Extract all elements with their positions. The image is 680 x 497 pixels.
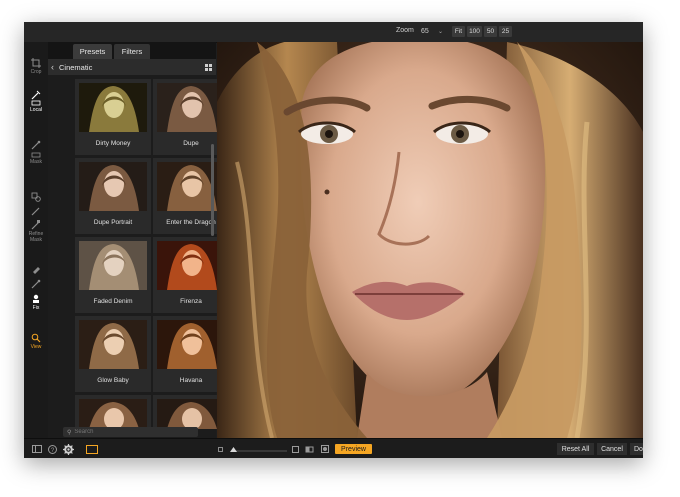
- preset-thumbnail: [157, 399, 225, 429]
- mask-rect-icon: [31, 152, 41, 158]
- help-icon[interactable]: ?: [47, 443, 57, 455]
- tool-mask-label: Mask: [30, 159, 42, 165]
- compare-icon[interactable]: [85, 443, 98, 455]
- preview-button[interactable]: Preview: [335, 444, 372, 454]
- tool-strip: Crop Local Mask Refine Mask Fix View: [24, 42, 49, 438]
- zoom-100-button[interactable]: 100: [467, 26, 482, 37]
- cancel-button[interactable]: Cancel: [597, 443, 627, 455]
- bottom-bar: ? Preview Reset All Cancel Done: [24, 438, 643, 458]
- refine-erase-icon: [31, 220, 40, 230]
- tool-view[interactable]: View: [24, 333, 48, 350]
- single-view-icon[interactable]: [291, 443, 299, 455]
- heal-brush-icon: [31, 279, 41, 289]
- preset-tile[interactable]: Glow Baby: [75, 316, 151, 392]
- tool-local-label: Local: [30, 107, 42, 113]
- zoom-50-button[interactable]: 50: [484, 26, 497, 37]
- preset-tile[interactable]: Faded Denim: [75, 237, 151, 313]
- tool-view-label: View: [30, 344, 42, 350]
- preset-thumbnail: [79, 162, 147, 211]
- app-window: Zoom 65 ⌄ Fit 100 50 25 Crop Local Mask: [24, 22, 643, 458]
- preset-thumbnail: [157, 320, 225, 369]
- tool-crop[interactable]: Crop: [24, 58, 48, 75]
- panel-tabs: Presets Filters: [48, 42, 216, 59]
- top-toolbar: Zoom 65 ⌄ Fit 100 50 25: [24, 22, 643, 43]
- zoom-label: Zoom: [396, 27, 414, 34]
- zoom-fit-button[interactable]: Fit: [452, 26, 465, 37]
- preset-tile[interactable]: Dupe Portrait: [75, 158, 151, 234]
- tab-presets[interactable]: Presets: [73, 44, 112, 59]
- panel-scrollbar[interactable]: [211, 144, 214, 236]
- tool-mask[interactable]: Mask: [24, 140, 48, 165]
- photo-canvas[interactable]: [217, 42, 643, 438]
- reset-all-button[interactable]: Reset All: [557, 443, 594, 455]
- tool-refine-mask[interactable]: Refine Mask: [24, 192, 48, 243]
- preset-search[interactable]: ⚲: [63, 427, 198, 437]
- tool-fix[interactable]: Fix: [24, 264, 48, 311]
- gear-icon[interactable]: [62, 443, 74, 455]
- local-plus-icon: [31, 100, 41, 106]
- zoom-slider[interactable]: [229, 443, 287, 455]
- presets-panel: Presets Filters ‹ Cinematic Dirty Money: [48, 42, 229, 438]
- tab-filters[interactable]: Filters: [114, 44, 150, 59]
- fix-stamp-icon: [33, 294, 39, 303]
- tool-fix-label: Fix: [32, 305, 40, 311]
- done-button[interactable]: Done: [630, 443, 643, 455]
- category-bar: ‹ Cinematic: [48, 59, 216, 75]
- search-input[interactable]: [71, 429, 185, 435]
- refine-mask-icon: [31, 192, 41, 202]
- view-zoom-icon: [31, 333, 41, 343]
- grid-view-icon[interactable]: [205, 64, 212, 71]
- preset-tile[interactable]: Dirty Money: [75, 79, 151, 155]
- tool-refine-mask-label: Refine Mask: [28, 231, 44, 243]
- preset-thumbnail: [157, 83, 225, 132]
- preset-thumbnail: [79, 83, 147, 132]
- chevron-down-icon: ⌄: [437, 29, 443, 35]
- tool-crop-label: Crop: [30, 69, 42, 75]
- tool-local[interactable]: Local: [24, 90, 48, 113]
- preset-thumbnail: [79, 320, 147, 369]
- category-title[interactable]: Cinematic: [59, 63, 92, 72]
- split-view-icon[interactable]: [304, 443, 314, 455]
- crop-icon: [31, 58, 41, 68]
- preset-thumbnail: [157, 162, 225, 211]
- small-square-icon[interactable]: [217, 443, 223, 455]
- mask-brush-icon: [31, 140, 41, 150]
- retouch-icon: [33, 267, 40, 274]
- zoom-value: 65: [421, 28, 429, 35]
- preset-thumbnail: [79, 241, 147, 290]
- zoom-25-button[interactable]: 25: [499, 26, 512, 37]
- mask-view-icon[interactable]: [320, 443, 329, 455]
- chevron-left-icon[interactable]: ‹: [51, 62, 54, 72]
- preset-name: Glow Baby: [97, 377, 129, 384]
- preset-name: Faded Denim: [93, 298, 133, 305]
- panel-toggle-icon[interactable]: [32, 443, 42, 455]
- preset-name: Dirty Money: [95, 140, 131, 147]
- local-adjust-icon: [31, 90, 41, 100]
- portrait-image: [217, 42, 643, 438]
- zoom-select[interactable]: 65 ⌄: [421, 26, 443, 37]
- preset-thumbnail: [157, 241, 225, 290]
- preset-thumbnail: [79, 399, 147, 429]
- preset-tile[interactable]: [75, 395, 151, 429]
- preset-name: Dupe Portrait: [93, 219, 133, 226]
- refine-brush-icon: [31, 207, 40, 216]
